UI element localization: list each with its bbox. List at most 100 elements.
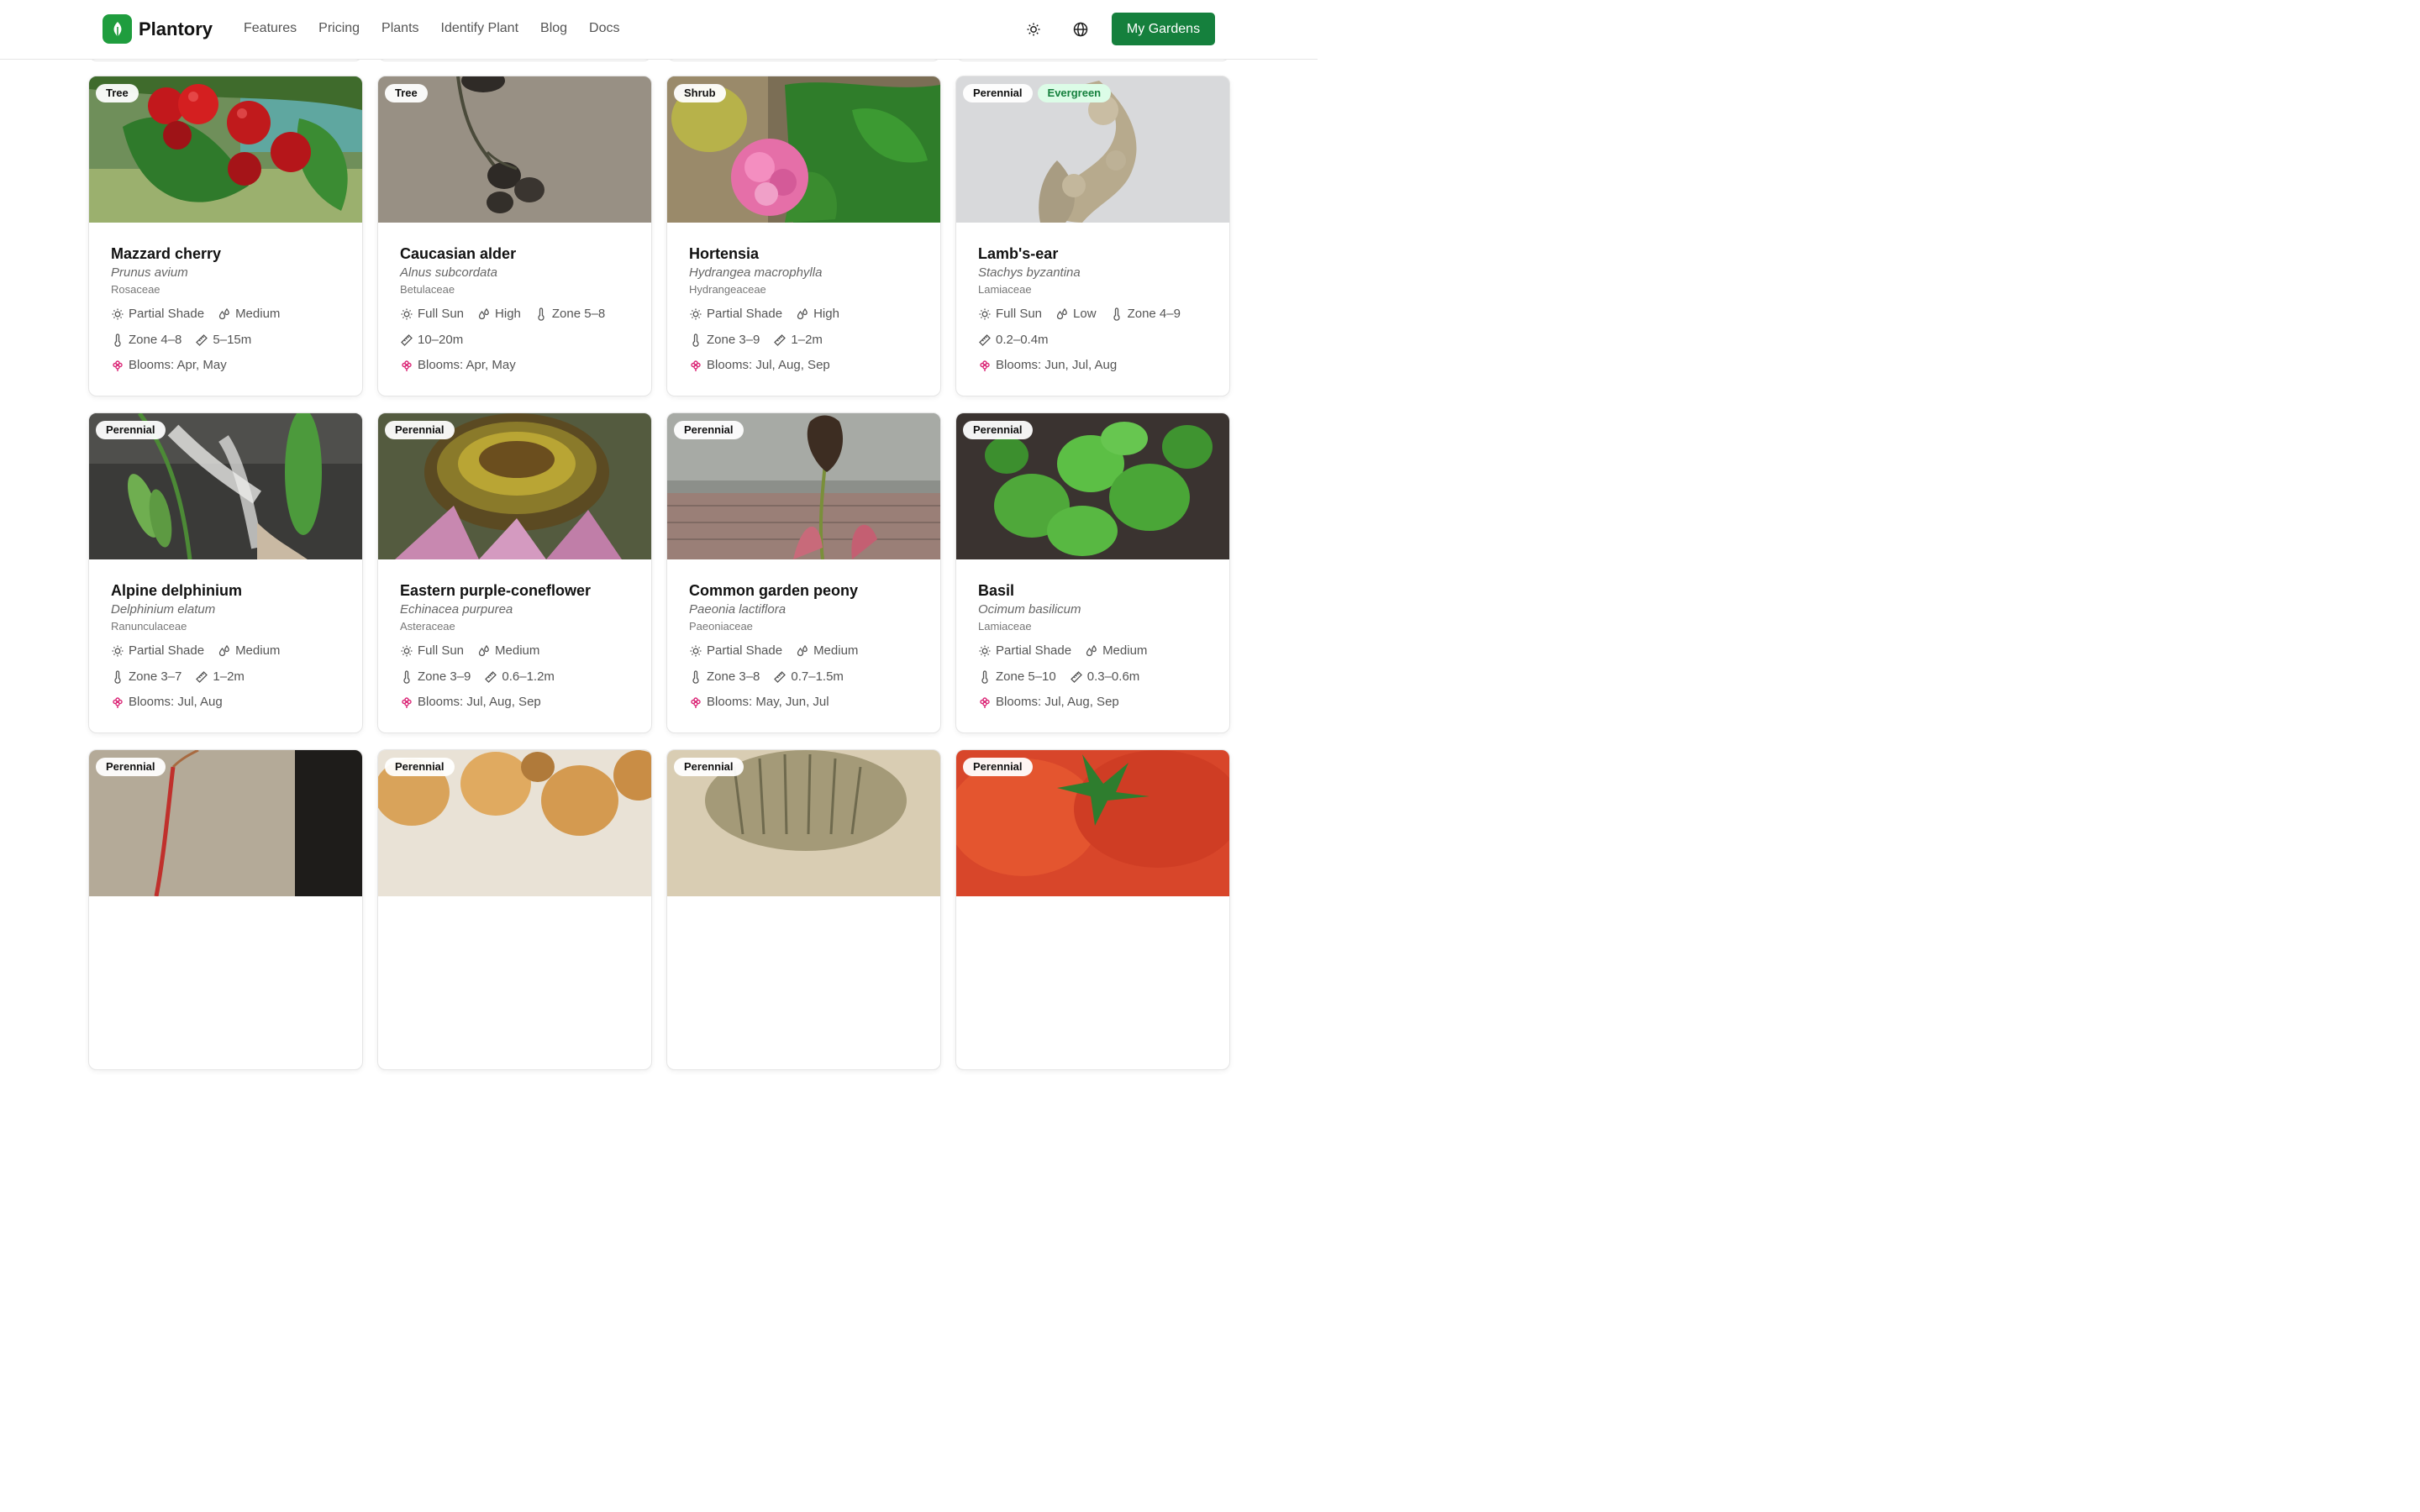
plant-photo: Perennial [667,413,940,559]
plant-card[interactable]: Shrub Hortensia Hydrangea macrophylla Hy… [666,76,941,396]
blooms-label: Blooms: May, Jun, Jul [707,695,829,709]
height-label: 0.7–1.5m [791,669,844,684]
nav-pricing[interactable]: Pricing [318,21,360,36]
plant-card[interactable]: Perennial Alpine delphinium Delphinium e… [88,412,363,733]
plant-card[interactable]: Perennial [377,749,652,1070]
plant-family: Asteraceae [400,620,455,633]
blooms-label: Blooms: Apr, May [418,358,516,372]
plant-tags: Perennial [96,421,166,439]
water-label: Medium [235,643,281,658]
thermometer-icon [538,307,544,321]
plant-attributes: Partial Shade High Zone 3–9 1–2m Blooms:… [689,306,918,383]
plant-card[interactable]: Perennial [955,749,1230,1070]
plant-name: Common garden peony [689,582,859,599]
type-tag: Tree [96,84,139,102]
nav-blog[interactable]: Blog [540,21,567,36]
light-requirement: Full Sun [978,306,1042,323]
nav-plants[interactable]: Plants [381,21,418,36]
plant-family: Betulaceae [400,283,455,296]
droplets-icon [797,644,808,657]
plant-card[interactable]: Perennial Evergreen Lamb's-ear Stachys b… [955,76,1230,396]
plant-card[interactable]: Tree Mazzard cherry Prunus avium Rosacea… [88,76,363,396]
mature-height: 0.3–0.6m [1070,669,1139,685]
plant-tags: Tree [96,84,139,102]
ruler-icon [485,670,497,683]
bloom-period: Blooms: May, Jun, Jul [689,694,905,711]
thermometer-icon [114,669,121,684]
sun-icon [112,308,124,320]
sun-icon [690,645,702,657]
plant-family: Lamiaceae [978,283,1032,296]
scientific-name: Ocimum basilicum [978,602,1081,617]
type-tag: Perennial [674,421,744,439]
plant-name: Lamb's-ear [978,245,1059,262]
height-label: 10–20m [418,332,464,347]
plant-card[interactable]: Perennial Basil Ocimum basilicum Lamiace… [955,412,1230,733]
flower-icon [113,697,123,708]
globe-icon[interactable] [1071,20,1090,39]
mature-height: 0.2–0.4m [978,332,1049,349]
nav-docs[interactable]: Docs [589,21,619,36]
plant-card[interactable]: Tree Caucasian alder Alnus subcordata Be… [377,76,652,396]
blooms-label: Blooms: Jul, Aug, Sep [707,358,830,372]
scientific-name: Stachys byzantina [978,265,1081,280]
nav-identify-plant[interactable]: Identify Plant [441,21,519,36]
plant-family: Lamiaceae [978,620,1032,633]
bloom-period: Blooms: Jun, Jul, Aug [978,357,1194,374]
plant-photo: Tree [89,76,362,223]
ruler-icon [774,333,786,346]
light-label: Partial Shade [996,643,1072,658]
my-gardens-button[interactable]: My Gardens [1112,13,1215,45]
plant-name: Mazzard cherry [111,245,222,262]
hardiness-zone: Zone 4–8 [111,332,182,349]
ruler-icon [774,670,786,683]
hardiness-zone: Zone 3–9 [400,669,471,685]
water-requirement: Medium [218,306,280,323]
water-requirement: Medium [1085,643,1147,659]
nav-features[interactable]: Features [244,21,297,36]
type-tag: Perennial [385,758,455,776]
water-label: Medium [1102,643,1148,658]
plant-card[interactable]: Perennial Common garden peony Paeonia la… [666,412,941,733]
light-label: Partial Shade [707,643,783,658]
zone-label: Zone 3–9 [707,332,760,347]
plant-attributes: Full Sun Low Zone 4–9 0.2–0.4m Blooms: J… [978,306,1207,383]
plant-name: Eastern purple-coneflower [400,582,592,599]
water-requirement: Low [1055,306,1097,323]
mature-height: 1–2m [195,669,245,685]
bloom-period: Blooms: Jul, Aug, Sep [400,694,616,711]
thermometer-icon [692,333,699,347]
plant-name: Alpine delphinium [111,582,242,599]
zone-label: Zone 3–7 [129,669,182,684]
blooms-label: Blooms: Jul, Aug, Sep [996,695,1119,709]
water-requirement: Medium [477,643,539,659]
sun-icon [401,645,413,657]
plant-tags: Perennial [96,758,166,776]
zone-label: Zone 3–8 [707,669,760,684]
blooms-label: Blooms: Jul, Aug [129,695,223,709]
light-label: Partial Shade [707,307,783,321]
bloom-period: Blooms: Jul, Aug, Sep [978,694,1194,711]
water-label: Medium [813,643,859,658]
droplets-icon [478,307,489,320]
plant-card[interactable]: Perennial Eastern purple-coneflower Echi… [377,412,652,733]
water-label: Medium [235,307,281,321]
light-label: Full Sun [418,307,465,321]
plant-tags: Perennial [674,758,744,776]
thermometer-icon [1113,307,1120,321]
plant-attributes: Full Sun High Zone 5–8 10–20m Blooms: Ap… [400,306,629,383]
plant-family: Rosaceae [111,283,160,296]
plant-attributes: Full Sun Medium Zone 3–9 0.6–1.2m Blooms… [400,643,629,720]
brand-logo[interactable]: Plantory [103,14,213,44]
sun-icon[interactable] [1024,20,1043,39]
hardiness-zone: Zone 5–10 [978,669,1056,685]
plant-name: Hortensia [689,245,760,262]
light-requirement: Full Sun [400,306,464,323]
plant-card[interactable]: Perennial [88,749,363,1070]
plant-tags: Perennial [963,421,1033,439]
blooms-label: Blooms: Jul, Aug, Sep [418,695,541,709]
ruler-icon [196,670,208,683]
sun-icon [979,308,991,320]
plant-card[interactable]: Perennial [666,749,941,1070]
ruler-icon [401,333,413,346]
